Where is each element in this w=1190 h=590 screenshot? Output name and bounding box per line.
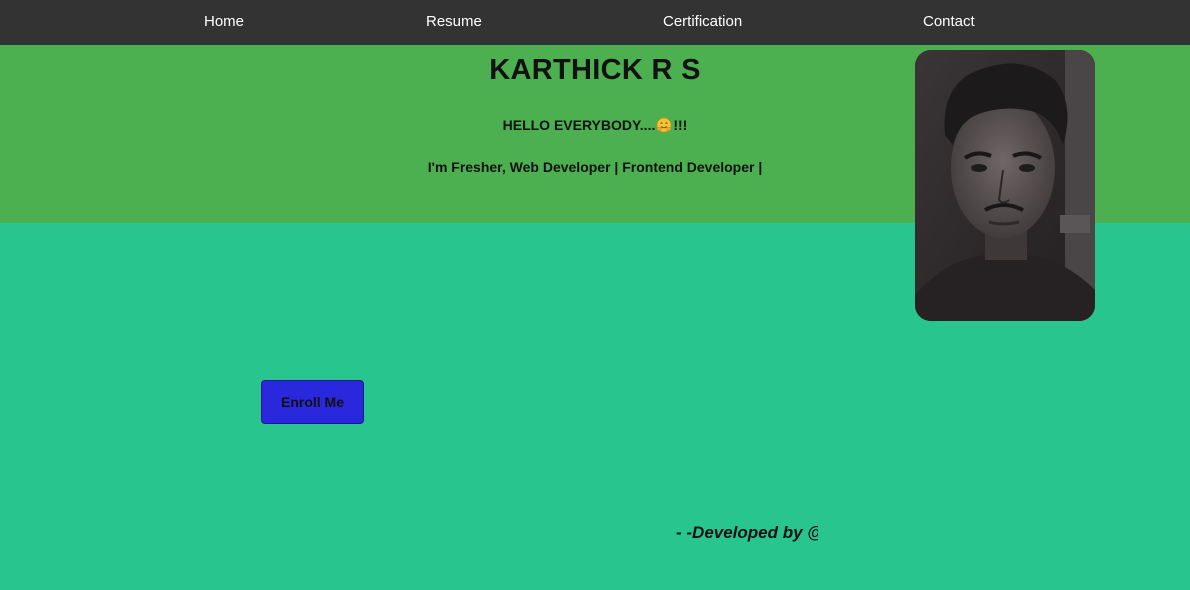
- nav-certification-link[interactable]: Certification: [663, 13, 742, 30]
- enroll-button[interactable]: Enroll Me: [261, 380, 364, 424]
- footer-credit-marquee: - -Developed by @: [676, 523, 818, 547]
- nav-contact-link[interactable]: Contact: [923, 13, 975, 30]
- greeting-suffix: !!!: [673, 117, 688, 133]
- top-navbar: Home Resume Certification Contact: [0, 0, 1190, 45]
- hugging-face-icon: [656, 117, 672, 133]
- profile-photo: [915, 50, 1095, 321]
- profile-photo-illustration: [915, 50, 1095, 321]
- greeting-text: HELLO EVERYBODY....: [502, 117, 656, 133]
- footer-credit: - -Developed by @: [676, 523, 818, 542]
- nav-resume-link[interactable]: Resume: [426, 13, 482, 30]
- nav-home-link[interactable]: Home: [204, 13, 244, 30]
